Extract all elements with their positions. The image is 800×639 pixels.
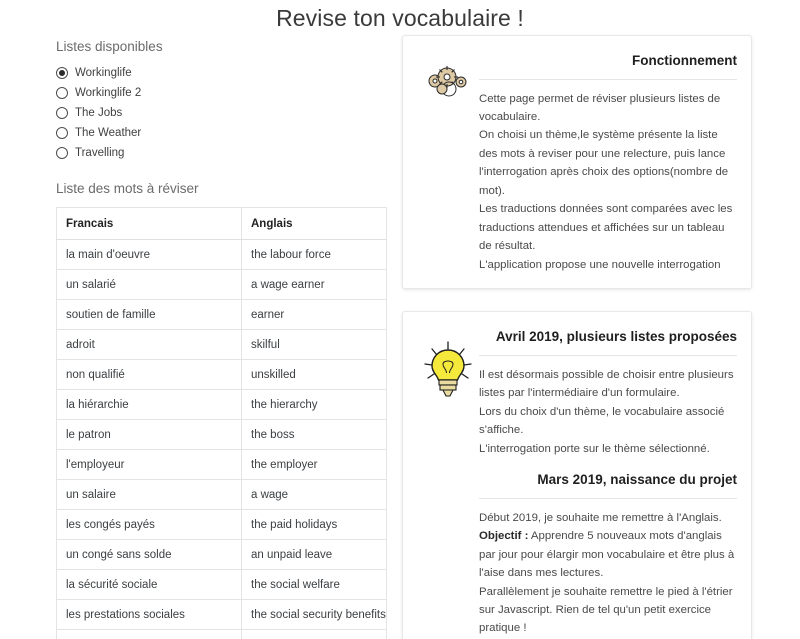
table-row: adroit skilful bbox=[56, 329, 387, 360]
cell-anglais: a wage bbox=[241, 479, 387, 510]
right-column: Fonctionnement Cette page permet de révi… bbox=[402, 32, 752, 639]
cell-francais: la main d'oeuvre bbox=[56, 239, 242, 270]
table-row bbox=[56, 629, 387, 639]
table-row: la hiérarchie the hierarchy bbox=[56, 389, 387, 420]
radio-option-label: Workinglife 2 bbox=[75, 87, 142, 99]
cell-francais: la hiérarchie bbox=[56, 389, 242, 420]
radio-option-travelling[interactable]: Travelling bbox=[56, 143, 388, 163]
cell-francais: un congé sans solde bbox=[56, 539, 242, 570]
mars-objectif-label: Objectif : bbox=[479, 530, 529, 543]
april-2019-title: Avril 2019, plusieurs listes proposées bbox=[495, 329, 737, 345]
divider bbox=[479, 497, 737, 499]
table-row: les congés payés the paid holidays bbox=[56, 509, 387, 540]
table-row: le patron the boss bbox=[56, 419, 387, 450]
radio-indicator-icon[interactable] bbox=[56, 67, 68, 79]
table-row: les prestations sociales the social secu… bbox=[56, 599, 387, 630]
functioning-line-2: On choisi un thème,le système présente l… bbox=[479, 129, 729, 197]
cell-francais: non qualifié bbox=[56, 359, 242, 390]
main-content-row: Listes disponibles Workinglife Workingli… bbox=[0, 32, 800, 639]
functioning-line-1: Cette page permet de réviser plusieurs l… bbox=[479, 92, 721, 124]
functioning-card-title: Fonctionnement bbox=[632, 53, 737, 68]
cell-anglais: the boss bbox=[241, 419, 387, 450]
radio-option-label: The Weather bbox=[75, 127, 142, 139]
cell-francais: un salarié bbox=[56, 269, 242, 300]
functioning-line-4: L'application propose une nouvelle inter… bbox=[479, 258, 721, 271]
table-row: non qualifié unskilled bbox=[56, 359, 387, 390]
table-row: la sécurité sociale the social welfare bbox=[56, 569, 387, 600]
news-card: Avril 2019, plusieurs listes proposées I… bbox=[402, 311, 752, 639]
radio-option-workinglife[interactable]: Workinglife bbox=[56, 63, 388, 83]
april-line-1: Il est désormais possible de choisir ent… bbox=[479, 368, 734, 400]
vocabulary-table-body: la main d'oeuvre the labour force un sal… bbox=[56, 239, 387, 639]
words-list-label: Liste des mots à réviser bbox=[56, 181, 199, 196]
news-card-body: Avril 2019, plusieurs listes proposées I… bbox=[479, 326, 737, 639]
cell-anglais: earner bbox=[241, 299, 387, 330]
cell-francais: soutien de famille bbox=[56, 299, 242, 330]
cell-anglais: unskilled bbox=[241, 359, 387, 390]
radio-indicator-icon[interactable] bbox=[56, 147, 68, 159]
table-row: un salarié a wage earner bbox=[56, 269, 387, 300]
available-lists-label: Listes disponibles bbox=[56, 39, 163, 54]
cell-anglais: the hierarchy bbox=[241, 389, 387, 420]
page-root: Revise ton vocabulaire ! Listes disponib… bbox=[0, 0, 800, 639]
divider bbox=[479, 78, 737, 80]
table-row: la main d'oeuvre the labour force bbox=[56, 239, 387, 270]
april-line-2: Lors du choix d'un thème, le vocabulaire… bbox=[479, 405, 725, 437]
cell-anglais: the employer bbox=[241, 449, 387, 480]
cell-anglais bbox=[241, 629, 387, 639]
list-choice-form[interactable]: Workinglife Workinglife 2 The Jobs The W… bbox=[56, 63, 388, 163]
mars-2019-text: Début 2019, je souhaite me remettre à l'… bbox=[479, 509, 737, 639]
cell-anglais: the social welfare bbox=[241, 569, 387, 600]
cell-francais: la sécurité sociale bbox=[56, 569, 242, 600]
table-row: un salaire a wage bbox=[56, 479, 387, 510]
gears-icon bbox=[417, 50, 479, 274]
functioning-card: Fonctionnement Cette page permet de révi… bbox=[402, 35, 752, 290]
radio-option-the-jobs[interactable]: The Jobs bbox=[56, 103, 388, 123]
cell-francais: les prestations sociales bbox=[56, 599, 242, 630]
april-2019-text: Il est désormais possible de choisir ent… bbox=[479, 366, 737, 458]
column-header-francais: Francais bbox=[56, 207, 242, 240]
functioning-card-text: Cette page permet de réviser plusieurs l… bbox=[479, 90, 737, 275]
cell-anglais: the paid holidays bbox=[241, 509, 387, 540]
divider bbox=[479, 354, 737, 356]
column-header-anglais: Anglais bbox=[241, 207, 387, 240]
radio-option-label: Workinglife bbox=[75, 67, 132, 79]
cell-anglais: the social security benefits bbox=[241, 599, 387, 630]
lightbulb-icon bbox=[417, 326, 479, 639]
vocabulary-table: Francais Anglais la main d'oeuvre the la… bbox=[56, 207, 387, 639]
table-row: un congé sans solde an unpaid leave bbox=[56, 539, 387, 570]
cell-francais bbox=[56, 629, 242, 639]
radio-indicator-icon[interactable] bbox=[56, 127, 68, 139]
mars-line-3: Parallèlement je souhaite remettre le pi… bbox=[479, 585, 733, 635]
cell-anglais: the labour force bbox=[241, 239, 387, 270]
cell-francais: un salaire bbox=[56, 479, 242, 510]
cell-anglais: an unpaid leave bbox=[241, 539, 387, 570]
table-row: soutien de famille earner bbox=[56, 299, 387, 330]
cell-anglais: skilful bbox=[241, 329, 387, 360]
april-line-3: L'interrogation porte sur le thème sélec… bbox=[479, 442, 710, 455]
table-header-row: Francais Anglais bbox=[56, 207, 387, 240]
page-title: Revise ton vocabulaire ! bbox=[276, 5, 524, 31]
mars-2019-title: Mars 2019, naissance du projet bbox=[537, 472, 737, 488]
radio-option-label: Travelling bbox=[75, 147, 125, 159]
radio-indicator-icon[interactable] bbox=[56, 87, 68, 99]
table-row: l'employeur the employer bbox=[56, 449, 387, 480]
functioning-card-body: Fonctionnement Cette page permet de révi… bbox=[479, 50, 737, 274]
functioning-line-3: Les traductions données sont comparées a… bbox=[479, 203, 733, 253]
mars-line-1: Début 2019, je souhaite me remettre à l'… bbox=[479, 511, 722, 524]
radio-option-the-weather[interactable]: The Weather bbox=[56, 123, 388, 143]
cell-francais: l'employeur bbox=[56, 449, 242, 480]
left-column: Listes disponibles Workinglife Workingli… bbox=[56, 32, 394, 639]
cell-anglais: a wage earner bbox=[241, 269, 387, 300]
radio-option-label: The Jobs bbox=[75, 107, 123, 119]
cell-francais: le patron bbox=[56, 419, 242, 450]
cell-francais: les congés payés bbox=[56, 509, 242, 540]
radio-indicator-icon[interactable] bbox=[56, 107, 68, 119]
radio-option-workinglife-2[interactable]: Workinglife 2 bbox=[56, 83, 388, 103]
cell-francais: adroit bbox=[56, 329, 242, 360]
